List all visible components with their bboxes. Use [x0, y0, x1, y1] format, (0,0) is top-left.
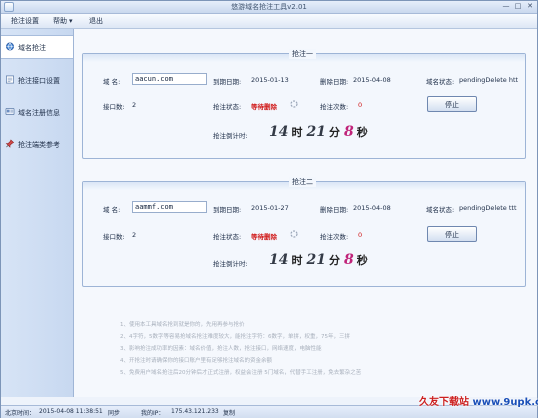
panel-legend: 抢注一 [289, 49, 316, 59]
window-title: 悠游域名抢注工具v2.01 [231, 3, 307, 11]
expire-label: 到期日期: [213, 206, 242, 214]
countdown-timer: 14 时 21 分 8 秒 [269, 124, 372, 142]
sync-link[interactable]: 同步 [108, 408, 120, 417]
close-button[interactable]: ✕ [525, 2, 535, 11]
expire-value: 2015-01-13 [251, 76, 289, 84]
countdown-minutes-unit: 分 [328, 126, 340, 139]
countdown-minutes: 21 [306, 124, 326, 140]
sidebar-item-domain-grab[interactable]: 域名抢注 [1, 35, 73, 59]
watermark-cn: 久友下载站 [419, 397, 469, 408]
delete-label: 删除日期: [320, 78, 349, 86]
domain-field[interactable]: aammf.com [132, 201, 207, 213]
time-value: 2015-04-08 11:38:51 [39, 408, 103, 415]
info-card-icon [5, 107, 15, 116]
sidebar-item-label: 抢注端类参考 [18, 141, 60, 149]
grab-count-value: 0 [358, 231, 363, 239]
sidebar-item-label: 域名注册信息 [18, 109, 60, 117]
interface-count-label: 接口数: [103, 103, 125, 111]
expire-value: 2015-01-27 [251, 204, 289, 212]
pin-icon [5, 139, 15, 148]
domain-status-value: pendingDelete htt [459, 76, 519, 84]
grab-status-value: 等待删除 [251, 103, 277, 111]
countdown-seconds-unit: 秒 [356, 254, 368, 267]
domain-status-value: pendingDelete ttt [459, 204, 517, 212]
ip-value: 175.43.121.233 [171, 408, 219, 415]
chevron-down-icon: ▾ [69, 17, 73, 25]
delete-label: 删除日期: [320, 206, 349, 214]
menu-grab-settings[interactable]: 抢注设置 [11, 16, 39, 26]
grab-status-label: 抢注状态: [213, 233, 242, 241]
grab-count-label: 抢注次数: [320, 233, 349, 241]
interface-count-value: 2 [132, 101, 137, 109]
note-line: 2、4字符，5数字等容易抢域名抢注难度较大，能抢注字符：6数字，单拼，权重，75… [120, 334, 350, 340]
interface-count-value: 2 [132, 231, 137, 239]
grab-status-value: 等待删除 [251, 233, 277, 241]
grab-count-value: 0 [358, 101, 363, 109]
site-watermark: 久友下载站 www.9upk.com [419, 393, 538, 408]
sidebar-item-label: 域名抢注 [18, 44, 46, 52]
interface-count-label: 接口数: [103, 233, 125, 241]
stop-button[interactable]: 停止 [427, 226, 477, 242]
main-content: 抢注一 域 名: aacun.com 到期日期: 2015-01-13 删除日期… [74, 29, 537, 397]
note-line: 5、免费用户域名抢注后20分钟后才正式注册，权益会注册 5门域名，代替手工注册，… [120, 370, 362, 376]
minimize-button[interactable]: — [501, 2, 511, 11]
sidebar-item-label: 抢注接口设置 [18, 77, 60, 85]
countdown-hours-unit: 时 [291, 126, 303, 139]
stop-button[interactable]: 停止 [427, 96, 477, 112]
copy-link[interactable]: 复制 [223, 408, 235, 417]
note-line: 3、影响抢注成功率的因素：域名价值，抢注人数，抢注接口，网络速度，电脑性能 [120, 346, 322, 352]
delete-value: 2015-04-08 [353, 76, 391, 84]
menu-bar: 抢注设置 帮助 ▾ 退出 [1, 14, 537, 29]
domain-field[interactable]: aacun.com [132, 73, 207, 85]
domain-status-label: 域名状态: [426, 78, 455, 86]
loading-spinner-icon [290, 230, 298, 238]
grab-status-label: 抢注状态: [213, 103, 242, 111]
sidebar-item-interface-settings[interactable]: 抢注接口设置 [1, 69, 73, 91]
panel-legend: 抢注二 [289, 177, 316, 187]
app-window: 悠游域名抢注工具v2.01 — □ ✕ 抢注设置 帮助 ▾ 退出 域名抢注 抢注接… [0, 0, 538, 418]
sidebar: 域名抢注 抢注接口设置 域名注册信息 抢注端类参考 [1, 29, 74, 397]
countdown-hours: 14 [269, 252, 289, 268]
usage-notes: 1、使用本工具域名抢到就是你的，先用再参与抢价 2、4字符，5数字等容易抢域名抢… [120, 319, 520, 379]
countdown-minutes: 21 [306, 252, 326, 268]
time-label: 北京时间： [5, 410, 36, 417]
countdown-hours: 14 [269, 124, 289, 140]
grab-panel-1: 抢注一 域 名: aacun.com 到期日期: 2015-01-13 删除日期… [82, 49, 526, 159]
expire-label: 到期日期: [213, 78, 242, 86]
grab-panel-2: 抢注二 域 名: aammf.com 到期日期: 2015-01-27 删除日期… [82, 177, 526, 287]
delete-value: 2015-04-08 [353, 204, 391, 212]
countdown-label: 抢注倒计时: [213, 260, 248, 268]
sidebar-item-registration-info[interactable]: 域名注册信息 [1, 101, 73, 123]
note-line: 1、使用本工具域名抢到就是你的，先用再参与抢价 [120, 322, 245, 328]
sidebar-item-reference[interactable]: 抢注端类参考 [1, 133, 73, 155]
loading-spinner-icon [290, 100, 298, 108]
countdown-seconds: 8 [343, 252, 354, 268]
countdown-label: 抢注倒计时: [213, 132, 248, 140]
countdown-hours-unit: 时 [291, 254, 303, 267]
domain-label: 域 名: [103, 206, 121, 214]
ip-label: 我的IP： [141, 410, 165, 417]
countdown-seconds: 8 [343, 124, 354, 140]
countdown-timer: 14 时 21 分 8 秒 [269, 252, 372, 270]
menu-help-label: 帮助 [53, 17, 67, 25]
globe-icon [6, 42, 14, 51]
countdown-minutes-unit: 分 [328, 254, 340, 267]
domain-label: 域 名: [103, 78, 121, 86]
menu-exit[interactable]: 退出 [89, 16, 103, 26]
maximize-button[interactable]: □ [513, 2, 523, 11]
note-line: 4、开抢注时请确保你的接口账户里有足够抢注域名的资金余额 [120, 358, 273, 364]
title-bar: 悠游域名抢注工具v2.01 — □ ✕ [1, 1, 537, 14]
watermark-url: www.9upk.com [472, 397, 538, 408]
countdown-seconds-unit: 秒 [356, 126, 368, 139]
menu-help[interactable]: 帮助 ▾ [53, 16, 73, 26]
grab-count-label: 抢注次数: [320, 103, 349, 111]
settings-page-icon [6, 75, 14, 84]
domain-status-label: 域名状态: [426, 206, 455, 214]
